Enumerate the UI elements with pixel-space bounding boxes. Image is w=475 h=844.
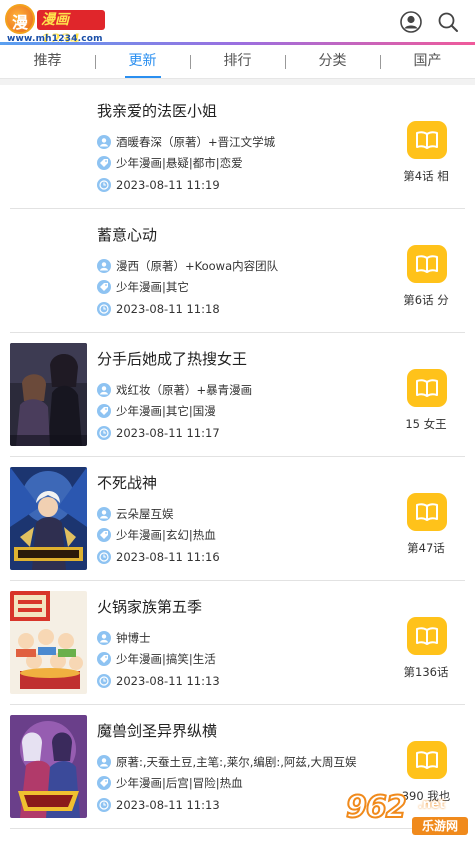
list-item[interactable]: 分手后她成了热搜女王 戏红妆（原著）+暴青漫画 少年漫画|其它|国漫 2023-… [10,333,465,457]
comic-update-time: 2023-08-11 11:19 [97,177,220,193]
author-icon [97,135,111,149]
comic-tags: 少年漫画|后宫|冒险|热血 [97,775,243,791]
user-icon[interactable] [400,11,422,33]
comic-update-time: 2023-08-11 11:13 [97,797,220,813]
comic-author: 漫西（原著）+Koowa内容团队 [97,258,278,274]
comic-tags: 少年漫画|玄幻|热血 [97,527,216,543]
comic-author: 酒暖春深（原著）+晋江文学城 [97,134,275,150]
clock-icon [97,798,111,812]
author-icon [97,507,111,521]
comic-cover[interactable] [10,467,87,570]
logo-emblem: 漫 [5,4,35,34]
read-book-button[interactable] [407,741,447,779]
tag-icon [97,404,111,418]
comic-tags: 少年漫画|搞笑|生活 [97,651,216,667]
read-book-button[interactable] [407,617,447,655]
comic-author: 钟博士 [97,630,151,646]
tab-recommend[interactable]: 推荐 [0,45,95,78]
watermark-suffix: .net [418,797,445,811]
latest-chapter[interactable]: 第136话 [391,664,461,680]
comic-update-time: 2023-08-11 11:18 [97,301,220,317]
comic-update-time: 2023-08-11 11:13 [97,673,220,689]
clock-icon [97,674,111,688]
comic-tags: 少年漫画|其它|国漫 [97,403,216,419]
read-book-button[interactable] [407,121,447,159]
comic-cover[interactable] [10,715,87,818]
site-logo[interactable]: 漫 漫画1234 www.mh1234.com [5,4,105,48]
read-book-button[interactable] [407,245,447,283]
watermark-number: 962 [345,789,408,826]
comic-update-list: 我亲爱的法医小姐 酒暖春深（原著）+晋江文学城 少年漫画|悬疑|都市|恋爱 20… [0,85,475,829]
list-item[interactable]: 我亲爱的法医小姐 酒暖春深（原著）+晋江文学城 少年漫画|悬疑|都市|恋爱 20… [10,85,465,209]
latest-chapter[interactable]: 15 女王 [391,416,461,432]
latest-chapter[interactable]: 第6话 分 [391,292,461,308]
clock-icon [97,550,111,564]
comic-update-time: 2023-08-11 11:17 [97,425,220,441]
tab-ranking[interactable]: 排行 [190,45,285,78]
tag-icon [97,280,111,294]
author-icon [97,383,111,397]
latest-chapter[interactable]: 第47话 [391,540,461,556]
category-tabs: 推荐 更新 排行 分类 国产 [0,45,475,79]
comic-cover[interactable] [10,343,87,446]
app-header: 漫 漫画1234 www.mh1234.com [0,0,475,48]
watermark: 962 .net 乐游网 [344,786,472,840]
logo-text: 漫画1234 [37,10,105,48]
comic-author: 戏红妆（原著）+暴青漫画 [97,382,252,398]
comic-title[interactable]: 分手后她成了热搜女王 [97,348,247,369]
latest-chapter[interactable]: 第4话 相 [391,168,461,184]
read-book-button[interactable] [407,369,447,407]
author-icon [97,259,111,273]
list-item[interactable]: 火锅家族第五季 钟博士 少年漫画|搞笑|生活 2023-08-11 11:13 … [10,581,465,705]
comic-author: 原著:,天蚕土豆,主笔:,莱尔,编剧:,阿兹,大周互娱 [97,754,357,770]
watermark-label: 乐游网 [412,817,468,835]
author-icon [97,631,111,645]
comic-title[interactable]: 火锅家族第五季 [97,596,202,617]
read-book-button[interactable] [407,493,447,531]
list-item[interactable]: 不死战神 云朵屋互娱 少年漫画|玄幻|热血 2023-08-11 11:16 第… [10,457,465,581]
tag-icon [97,528,111,542]
clock-icon [97,178,111,192]
comic-tags: 少年漫画|其它 [97,279,189,295]
comic-title[interactable]: 我亲爱的法医小姐 [97,100,217,121]
search-icon[interactable] [437,11,459,33]
tab-category[interactable]: 分类 [285,45,380,78]
list-item[interactable]: 蓄意心动 漫西（原著）+Koowa内容团队 少年漫画|其它 2023-08-11… [10,209,465,333]
tag-icon [97,652,111,666]
comic-title[interactable]: 不死战神 [97,472,157,493]
comic-title[interactable]: 魔兽剑圣异界纵横 [97,720,217,741]
tab-domestic[interactable]: 国产 [380,45,475,78]
comic-cover[interactable] [10,591,87,694]
clock-icon [97,302,111,316]
tag-icon [97,156,111,170]
tab-update[interactable]: 更新 [95,45,190,78]
author-icon [97,755,111,769]
clock-icon [97,426,111,440]
comic-tags: 少年漫画|悬疑|都市|恋爱 [97,155,243,171]
comic-author: 云朵屋互娱 [97,506,174,522]
tag-icon [97,776,111,790]
comic-update-time: 2023-08-11 11:16 [97,549,220,565]
comic-title[interactable]: 蓄意心动 [97,224,157,245]
